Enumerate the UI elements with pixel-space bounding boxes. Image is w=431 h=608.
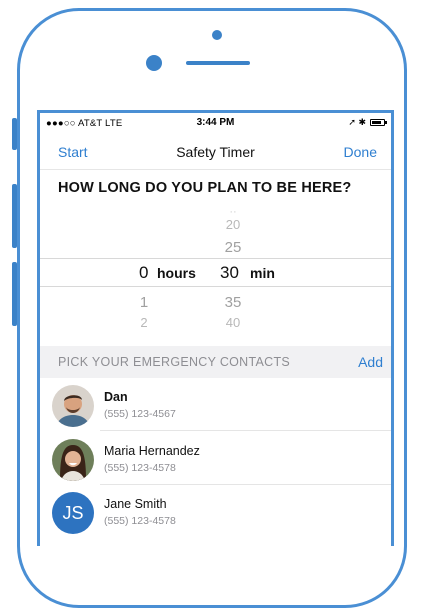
avatar-photo-icon: [52, 439, 94, 481]
navigation-bar: Start Safety Timer Done: [40, 135, 391, 170]
add-contact-button[interactable]: Add: [358, 354, 383, 370]
avatar-photo-icon: [52, 385, 94, 427]
battery-icon: [370, 119, 387, 126]
location-bluetooth-icons: ➚ ✱: [348, 117, 366, 127]
front-camera: [212, 30, 222, 40]
volume-up-button: [12, 184, 17, 248]
page-title: Safety Timer: [176, 144, 255, 160]
row-divider: [100, 430, 391, 431]
hours-selected[interactable]: 0: [139, 263, 148, 283]
minutes-option[interactable]: 20: [218, 217, 248, 232]
status-bar: ●●●○○ AT&T LTE 3:44 PM ➚ ✱: [40, 113, 391, 133]
picker-selection: 0 hours 30 min: [40, 258, 391, 287]
contacts-section-header: PICK YOUR EMERGENCY CONTACTS Add: [40, 346, 391, 378]
contact-phone: (555) 123-4578: [104, 462, 176, 474]
minutes-option[interactable]: 25: [218, 239, 248, 256]
initials-avatar: JS: [52, 492, 94, 534]
done-button[interactable]: Done: [344, 144, 377, 160]
contact-name: Maria Hernandez: [104, 444, 200, 458]
contact-phone: (555) 123-4578: [104, 515, 176, 527]
minutes-selected[interactable]: 30: [220, 263, 239, 283]
mute-switch: [12, 118, 17, 150]
duration-picker[interactable]: ·· 20 25 0 hours 30 min 1 2 35 40: [40, 206, 391, 334]
volume-down-button: [12, 262, 17, 326]
phone-screen: ●●●○○ AT&T LTE 3:44 PM ➚ ✱ Start Safety …: [37, 110, 394, 546]
avatar: [52, 385, 94, 427]
contact-name: Jane Smith: [104, 497, 167, 511]
status-time: 3:44 PM: [196, 117, 235, 128]
hours-option[interactable]: 2: [134, 315, 154, 330]
contact-row-maria[interactable]: Maria Hernandez (555) 123-4578: [40, 433, 391, 485]
row-divider: [100, 484, 391, 485]
minutes-option[interactable]: 40: [218, 315, 248, 330]
minutes-unit-label: min: [250, 265, 275, 281]
contact-row-jane[interactable]: JS Jane Smith (555) 123-4578: [40, 486, 391, 538]
contact-phone: (555) 123-4567: [104, 408, 176, 420]
contact-name: Dan: [104, 390, 128, 404]
hours-unit-label: hours: [157, 265, 196, 281]
avatar: [52, 439, 94, 481]
duration-question: HOW LONG DO YOU PLAN TO BE HERE?: [58, 180, 352, 196]
contacts-section-title: PICK YOUR EMERGENCY CONTACTS: [58, 355, 291, 369]
status-icons: ➚ ✱: [348, 117, 387, 128]
earpiece-speaker: [186, 61, 250, 65]
minutes-option[interactable]: 35: [218, 294, 248, 311]
hours-option[interactable]: 1: [134, 294, 154, 311]
proximity-sensor: [146, 55, 162, 71]
contact-row-dan[interactable]: Dan (555) 123-4567: [40, 379, 391, 431]
